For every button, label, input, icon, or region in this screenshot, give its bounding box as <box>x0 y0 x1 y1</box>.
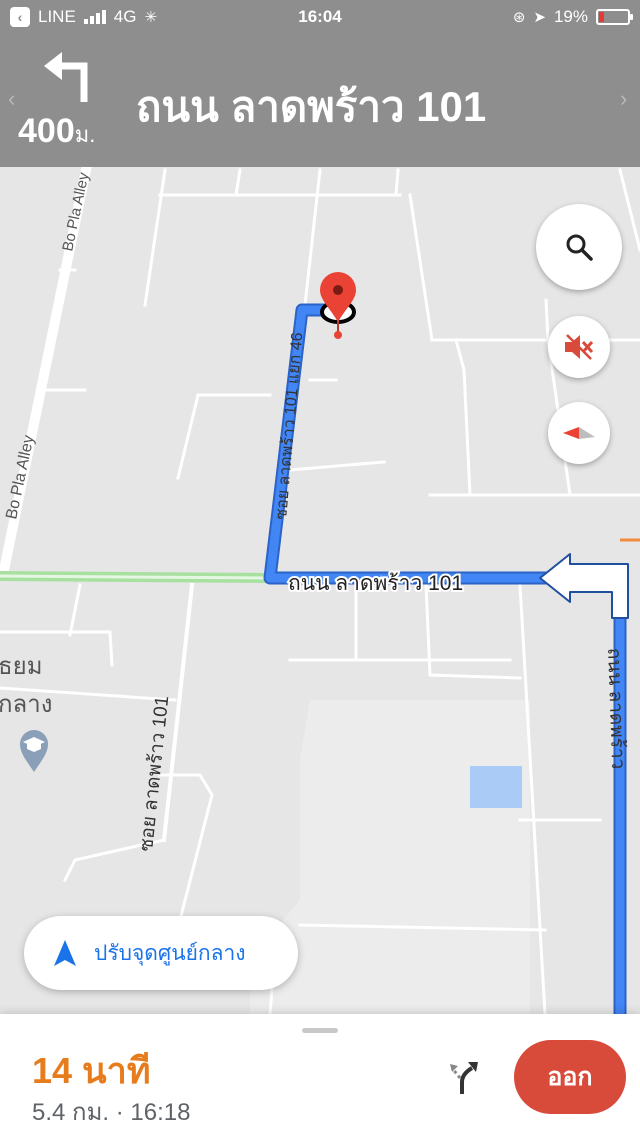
label-school-2: กลาง <box>0 691 52 718</box>
turn-left-icon <box>44 52 88 102</box>
distance-value: 400 <box>18 112 75 150</box>
orientation-lock-icon: ⊛ <box>512 9 526 26</box>
compass-button[interactable] <box>548 402 610 464</box>
sheet-drag-handle[interactable] <box>302 1028 338 1033</box>
battery-icon <box>596 9 633 25</box>
label-school-1: ธยม <box>0 653 43 680</box>
search-icon <box>566 234 593 261</box>
recenter-button[interactable]: ปรับจุดศูนย์กลาง <box>24 916 298 990</box>
battery-percent: 19% <box>553 7 588 26</box>
sound-off-icon <box>565 334 594 360</box>
compass-icon <box>563 427 595 439</box>
back-app-label[interactable]: LINE <box>38 7 76 27</box>
navigation-arrow-icon <box>54 940 76 966</box>
turn-distance: 400ม. <box>18 112 95 152</box>
navigation-header[interactable]: ‹ 400ม. ถนน ลาดพร้าว 101 › <box>0 34 640 167</box>
location-arrow-icon: ➤ <box>533 9 546 26</box>
label-main-road: ถนน ลาดพร้าว 101 <box>288 572 463 595</box>
search-button[interactable] <box>536 204 622 290</box>
network-type: 4G <box>113 7 137 26</box>
status-bar: ‹ LINE 4G ✳ 16:04 ⊛ ➤ 19% <box>0 0 640 34</box>
loading-icon: ✳ <box>144 9 158 26</box>
mute-button[interactable] <box>548 316 610 378</box>
alternate-routes-icon[interactable] <box>448 1056 482 1096</box>
distance-unit: ม. <box>74 122 96 147</box>
exit-navigation-button[interactable]: ออก <box>514 1040 626 1114</box>
trip-summary-sheet[interactable]: 14 นาที 5.4 กม. · 16:18 ออก <box>0 1014 640 1138</box>
back-to-app-icon[interactable]: ‹ <box>10 7 30 27</box>
trip-duration: 14 นาที <box>32 1050 151 1091</box>
cellular-signal-icon <box>83 10 106 24</box>
water-pond <box>470 766 522 808</box>
trip-distance-arrival: 5.4 กม. · 16:18 <box>32 1099 191 1126</box>
previous-step-icon[interactable]: ‹ <box>8 86 15 112</box>
next-street-name: ถนน ลาดพร้าว 101 <box>136 83 487 130</box>
label-right-road: ถนน ลาดพร้าว <box>603 647 628 769</box>
recenter-label: ปรับจุดศูนย์กลาง <box>94 941 246 965</box>
next-step-icon[interactable]: › <box>620 86 627 112</box>
